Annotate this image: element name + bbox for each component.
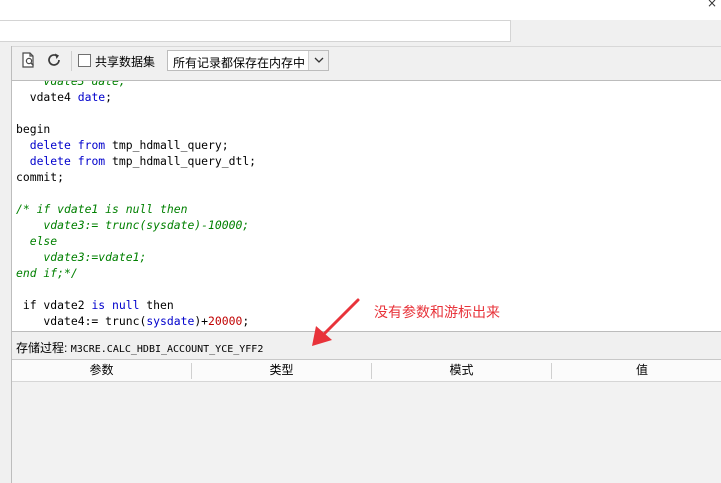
left-panel-edge [0, 46, 12, 483]
stored-procedure-label: 存储过程: [16, 341, 68, 355]
annotation-text: 没有参数和游标出来 [374, 304, 500, 320]
title-strip: × [0, 0, 721, 20]
sql-editor[interactable]: vdate3 date; vdate4 date; begin delete fr… [12, 80, 721, 332]
code-line: /* if vdate1 is null then [16, 201, 256, 217]
column-header-param[interactable]: 参数 [12, 360, 191, 381]
code-token: )+ [194, 314, 209, 328]
code-area[interactable]: vdate3 date; vdate4 date; begin delete fr… [16, 80, 256, 331]
records-storage-select-value: 所有记录都保存在内存中 [173, 56, 306, 70]
code-token: else [16, 330, 70, 331]
code-line: else [16, 329, 256, 331]
app-window: × 共享数据集 所有记录都保存在内存中 vdate3 date; vdate4 … [0, 0, 721, 483]
code-line: begin [16, 121, 256, 137]
address-bar[interactable] [0, 20, 511, 42]
code-token: vdate3:=vdate1; [16, 250, 147, 264]
stored-procedure-name: M3CRE.CALC_HDBI_ACCOUNT_YCE_YFF2 [70, 344, 264, 355]
code-token: from [77, 138, 106, 152]
stored-procedure-line: 存储过程: M3CRE.CALC_HDBI_ACCOUNT_YCE_YFF2 [16, 339, 263, 356]
code-token: vdate4 [16, 90, 78, 104]
code-token: delete [29, 138, 71, 152]
code-token: vdate4:= trunc( [16, 314, 147, 328]
code-line: delete from tmp_hdmall_query; [16, 137, 256, 153]
code-token: commit; [16, 170, 65, 184]
code-token: tmp_hdmall_query; [105, 138, 229, 152]
records-storage-select[interactable]: 所有记录都保存在内存中 [167, 50, 329, 71]
code-token: end if;*/ [16, 266, 78, 280]
code-line: commit; [16, 169, 256, 185]
code-line: vdate4 date; [16, 89, 256, 105]
code-token: begin [16, 122, 51, 136]
code-line: delete from tmp_hdmall_query_dtl; [16, 153, 256, 169]
code-token: null [112, 298, 140, 312]
code-line: else [16, 233, 256, 249]
shared-dataset-label[interactable]: 共享数据集 [95, 53, 155, 70]
column-header-value[interactable]: 值 [552, 360, 721, 381]
code-token: /* if vdate1 is null then [16, 202, 188, 216]
code-token: tmp_hdmall_query_dtl; [105, 154, 257, 168]
code-token: vdate3 date; [16, 80, 126, 88]
annotation-arrow-icon [312, 298, 360, 346]
column-header-type[interactable]: 类型 [192, 360, 371, 381]
code-line: vdate4:= trunc(sysdate)+20000; [16, 313, 256, 329]
column-header-mode[interactable]: 模式 [372, 360, 551, 381]
code-token: ; [242, 314, 250, 328]
code-token: if vdate2 [16, 298, 92, 312]
close-icon[interactable]: × [705, 0, 719, 11]
code-token: then [139, 298, 174, 312]
code-token: ; [105, 90, 113, 104]
code-token: delete [29, 154, 71, 168]
code-token: else [16, 234, 58, 248]
code-token: 20000 [208, 314, 243, 328]
shared-dataset-checkbox[interactable] [78, 54, 91, 67]
code-line: vdate3:= trunc(sysdate)-10000; [16, 217, 256, 233]
code-token: sysdate [146, 314, 195, 328]
dropdown-button[interactable] [308, 51, 328, 70]
toolbar: 共享数据集 所有记录都保存在内存中 [12, 46, 721, 74]
code-token: is [91, 298, 106, 312]
chevron-down-icon [314, 57, 324, 63]
refresh-icon[interactable] [45, 51, 63, 69]
toolbar-separator [71, 51, 72, 71]
code-line: vdate3:=vdate1; [16, 249, 256, 265]
code-line: vdate3 date; [16, 80, 256, 89]
parameters-grid[interactable]: 参数 类型 模式 值 [12, 359, 721, 483]
code-token: vdate3:= trunc(sysdate)-10000; [16, 218, 250, 232]
code-line: if vdate2 is null then [16, 297, 256, 313]
code-token: from [77, 154, 106, 168]
code-line: end if;*/ [16, 265, 256, 281]
open-file-icon[interactable] [19, 51, 37, 69]
code-token: date [77, 90, 106, 104]
parameters-grid-header: 参数 类型 模式 值 [12, 360, 721, 382]
